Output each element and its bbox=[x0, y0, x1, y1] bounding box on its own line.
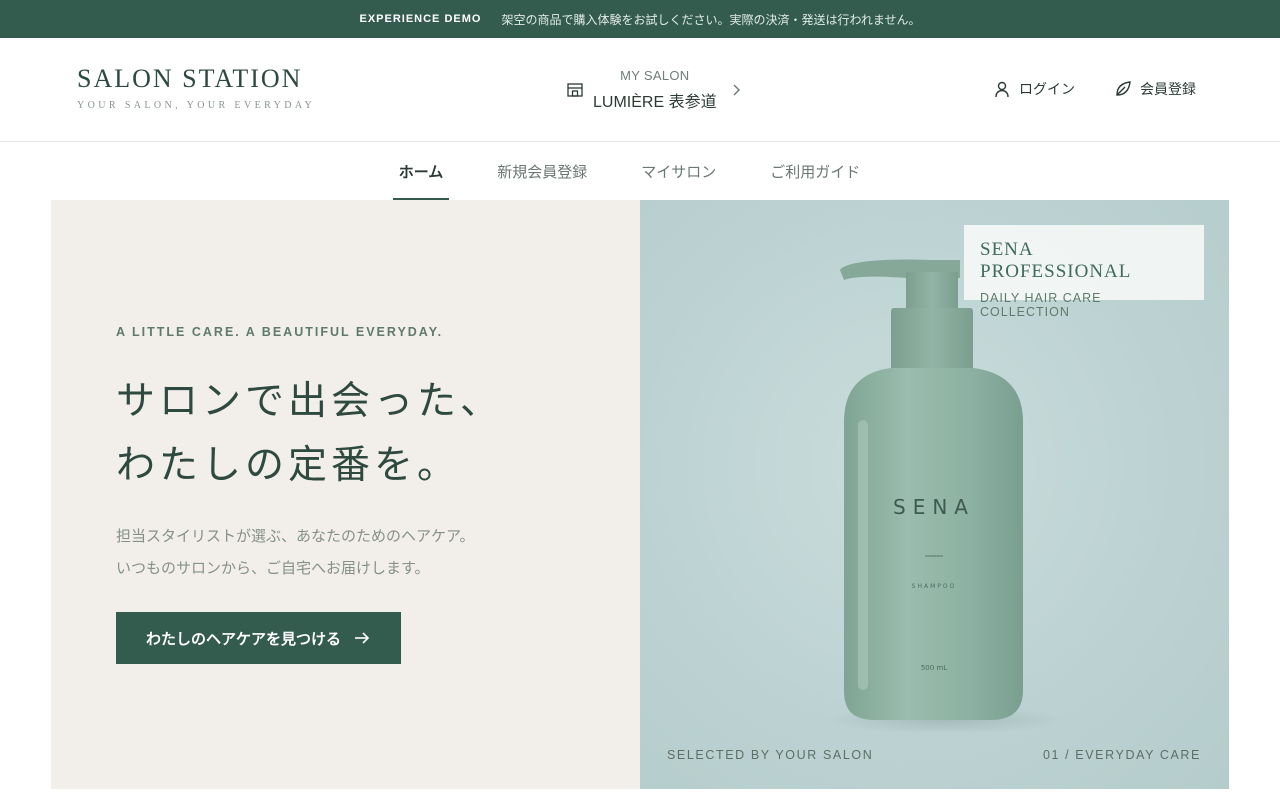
store-icon bbox=[567, 83, 583, 97]
bottle-volume-text: 500 mL bbox=[921, 664, 947, 672]
my-salon-label: MY SALON bbox=[620, 68, 690, 83]
nav-item-new-member[interactable]: 新規会員登録 bbox=[470, 142, 614, 200]
hero-caption-left: SELECTED BY YOUR SALON bbox=[667, 748, 874, 762]
demo-message: 架空の商品で購入体験をお試しください。実際の決済・発送は行われません。 bbox=[501, 12, 921, 27]
nav-item-my-salon[interactable]: マイサロン bbox=[614, 142, 743, 200]
my-salon-selector[interactable]: MY SALON LUMIÈRE 表参道 bbox=[566, 66, 746, 114]
headline-line-2: わたしの定番を。 bbox=[116, 443, 461, 488]
register-link[interactable]: 会員登録 bbox=[1114, 78, 1196, 100]
bottle-type-text: SHAMPOO bbox=[912, 583, 957, 590]
headline-line-1: サロンで出会った、 bbox=[116, 379, 504, 424]
arrow-right-icon bbox=[355, 632, 370, 644]
hero-headline: サロンで出会った、 わたしの定番を。 bbox=[116, 370, 616, 498]
site-header: SALON STATION YOUR SALON, YOUR EVERYDAY … bbox=[0, 38, 1280, 142]
register-label: 会員登録 bbox=[1140, 82, 1196, 98]
find-haircare-button[interactable]: わたしのヘアケアを見つける bbox=[116, 612, 401, 664]
hero-caption-right: 01 / EVERYDAY CARE bbox=[1042, 748, 1201, 762]
bottle-brand-text: SENA bbox=[893, 495, 975, 519]
main-nav: ホーム 新規会員登録 マイサロン ご利用ガイド bbox=[0, 142, 1280, 200]
nav-item-home[interactable]: ホーム bbox=[392, 142, 450, 200]
demo-announcement-bar: EXPERIENCE DEMO 架空の商品で購入体験をお試しください。実際の決済… bbox=[0, 0, 1280, 38]
hero-section: A LITTLE CARE. A BEAUTIFUL EVERYDAY. サロン… bbox=[51, 200, 1229, 789]
hero-product-image: SENA SHAMPOO 500 mL SENA PROFESSIONAL DA… bbox=[640, 200, 1229, 789]
site-logo[interactable]: SALON STATION YOUR SALON, YOUR EVERYDAY bbox=[77, 64, 315, 111]
hero-body-copy: 担当スタイリストが選ぶ、あなたのためのヘアケア。 いつものサロンから、ご自宅へお… bbox=[116, 520, 586, 584]
nav-item-guide[interactable]: ご利用ガイド bbox=[743, 142, 887, 200]
hero-text-panel: A LITTLE CARE. A BEAUTIFUL EVERYDAY. サロン… bbox=[51, 200, 640, 789]
body-line-2: いつものサロンから、ご自宅へお届けします。 bbox=[116, 559, 430, 577]
hero-eyebrow: A LITTLE CARE. A BEAUTIFUL EVERYDAY. bbox=[116, 325, 444, 339]
user-icon bbox=[995, 81, 1009, 98]
body-line-1: 担当スタイリストが選ぶ、あなたのためのヘアケア。 bbox=[116, 527, 475, 545]
logo-subtitle: YOUR SALON, YOUR EVERYDAY bbox=[77, 100, 316, 111]
login-link[interactable]: ログイン bbox=[993, 78, 1075, 100]
brand-subtitle: DAILY HAIR CARE COLLECTION bbox=[980, 291, 1102, 319]
chevron-right-icon bbox=[733, 84, 740, 96]
login-label: ログイン bbox=[1019, 82, 1075, 98]
my-salon-name: LUMIÈRE 表参道 bbox=[593, 94, 717, 111]
brand-title: SENA PROFESSIONAL bbox=[980, 239, 1132, 282]
logo-title: SALON STATION bbox=[77, 64, 303, 93]
demo-tag: EXPERIENCE DEMO bbox=[359, 13, 482, 25]
brand-card: SENA PROFESSIONAL DAILY HAIR CARE COLLEC… bbox=[964, 225, 1204, 319]
cta-label: わたしのヘアケアを見つける bbox=[145, 630, 341, 648]
leaf-icon bbox=[1116, 81, 1131, 96]
